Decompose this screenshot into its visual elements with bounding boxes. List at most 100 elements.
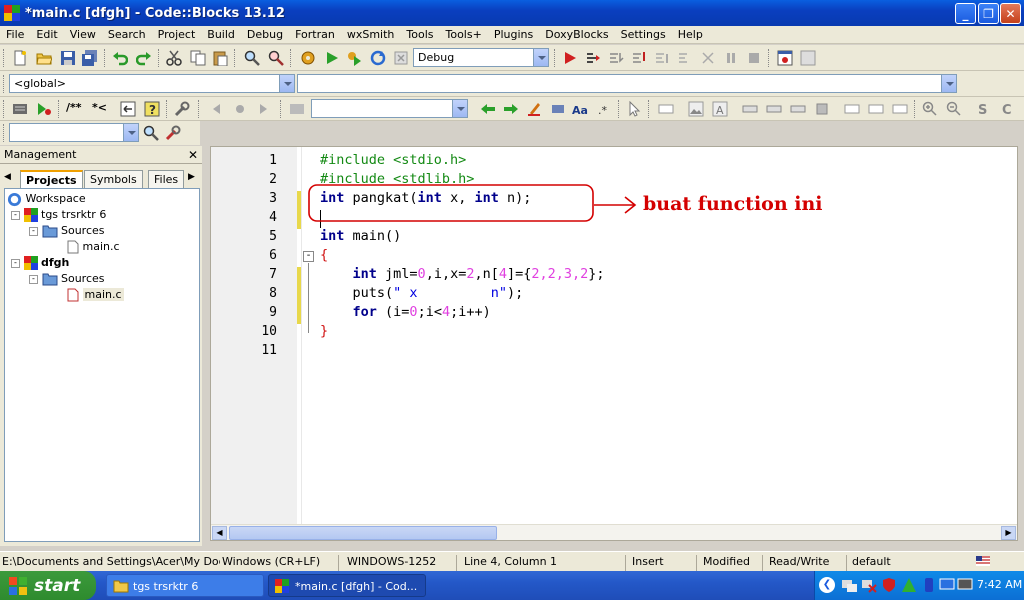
next-line-icon[interactable] [608, 50, 624, 66]
find-next-icon[interactable] [503, 101, 519, 117]
debug-info-icon[interactable] [800, 50, 816, 66]
debug-windows-icon[interactable] [777, 50, 793, 66]
doxy-html-icon[interactable] [120, 101, 136, 117]
zoom-out-icon[interactable] [946, 101, 962, 117]
debug-continue-icon[interactable] [562, 50, 578, 66]
toolbar-grip[interactable] [166, 100, 169, 118]
run-to-cursor-icon[interactable] [585, 50, 601, 66]
battery-icon[interactable] [921, 577, 937, 593]
menu-build[interactable]: Build [201, 28, 241, 41]
tab-symbols[interactable]: Symbols [84, 170, 143, 188]
regex-icon[interactable]: .* [596, 101, 612, 117]
next-instruction-icon[interactable] [677, 50, 693, 66]
stop-debug-icon[interactable] [746, 50, 762, 66]
build-gear-icon[interactable] [300, 50, 316, 66]
tab-scroll-left-icon[interactable]: ◀ [4, 172, 11, 182]
folder-node[interactable]: - Sources [29, 271, 105, 287]
file-node-selected[interactable]: main.c [67, 287, 124, 303]
collapse-icon[interactable]: - [29, 274, 38, 284]
redo-icon[interactable] [136, 50, 152, 66]
wx-statictext-icon[interactable]: A [712, 101, 728, 117]
thread-search-options-icon[interactable] [165, 125, 181, 141]
menu-fortran[interactable]: Fortran [289, 28, 341, 41]
wx-c-icon[interactable]: C [999, 101, 1015, 117]
network-disconnected-icon[interactable] [861, 577, 877, 593]
tab-projects[interactable]: Projects [20, 170, 83, 188]
selected-text-icon[interactable] [550, 101, 566, 117]
toolbar-grip[interactable] [104, 49, 107, 67]
wx-s-icon[interactable]: S [975, 101, 991, 117]
tab-scroll-right-icon[interactable]: ▶ [188, 172, 195, 182]
step-out-icon[interactable] [654, 50, 670, 66]
wx-listbox-icon[interactable] [790, 101, 806, 117]
menu-debug[interactable]: Debug [241, 28, 289, 41]
folder-node[interactable]: - Sources [29, 223, 105, 239]
menu-search[interactable]: Search [102, 28, 152, 41]
search-text-select[interactable] [311, 99, 468, 118]
bookmark-next-icon[interactable] [256, 101, 272, 117]
block-comment-button[interactable]: /** [66, 101, 82, 114]
wx-button-icon[interactable] [742, 101, 758, 117]
network-icon[interactable] [841, 577, 857, 593]
taskbar-folder-task[interactable]: tgs trsrktr 6 [106, 574, 264, 597]
function-select[interactable] [297, 74, 957, 93]
chevron-down-icon[interactable] [279, 75, 294, 92]
step-into-icon[interactable] [631, 50, 647, 66]
find-previous-icon[interactable] [480, 101, 496, 117]
chevron-down-icon[interactable] [123, 124, 138, 141]
paste-icon[interactable] [212, 50, 228, 66]
search-options-icon[interactable] [289, 101, 305, 117]
menu-tools-plus[interactable]: Tools+ [440, 28, 488, 41]
toolbar-grip[interactable] [3, 49, 6, 67]
run-icon[interactable] [324, 50, 340, 66]
monitor-settings-icon[interactable] [957, 577, 973, 593]
wx-combo-icon[interactable] [844, 101, 860, 117]
menu-edit[interactable]: Edit [30, 28, 63, 41]
replace-icon[interactable] [268, 50, 284, 66]
step-into-instruction-icon[interactable] [700, 50, 716, 66]
collapse-icon[interactable]: - [29, 226, 38, 236]
toolbar-grip[interactable] [58, 100, 61, 118]
toolbar-grip[interactable] [3, 124, 6, 142]
wx-textctrl-icon[interactable] [766, 101, 782, 117]
wx-choice-icon[interactable] [868, 101, 884, 117]
wx-spin-icon[interactable] [892, 101, 908, 117]
toolbar-grip[interactable] [3, 75, 6, 93]
toolbar-grip[interactable] [554, 49, 557, 67]
new-file-icon[interactable] [12, 50, 28, 66]
security-shield-icon[interactable] [881, 577, 897, 593]
cut-icon[interactable] [166, 50, 182, 66]
abort-icon[interactable] [393, 50, 409, 66]
match-case-icon[interactable]: Aa [572, 101, 588, 117]
menu-doxyblocks[interactable]: DoxyBlocks [539, 28, 614, 41]
collapse-icon[interactable]: - [11, 258, 20, 268]
menu-tools[interactable]: Tools [400, 28, 439, 41]
clock[interactable]: 7:42 AM [977, 578, 1022, 591]
thread-search-icon[interactable] [143, 125, 159, 141]
chevron-down-icon[interactable] [941, 75, 956, 92]
line-comment-button[interactable]: *< [92, 101, 107, 114]
file-node[interactable]: main.c [67, 239, 120, 255]
scope-select[interactable]: <global> [9, 74, 295, 93]
start-button[interactable]: start [0, 571, 96, 600]
toolbar-grip[interactable] [648, 100, 651, 118]
horizontal-scrollbar[interactable]: ◀ ▶ [211, 524, 1017, 540]
rebuild-icon[interactable] [370, 50, 386, 66]
minimize-button[interactable]: _ [955, 3, 976, 24]
code-editor[interactable]: 1 2 3 4 5 6 7 8 9 10 11 - #include <stdi… [210, 146, 1018, 541]
toolbar-grip[interactable] [198, 100, 201, 118]
menu-plugins[interactable]: Plugins [488, 28, 539, 41]
tray-expand-icon[interactable]: ❮ [819, 577, 835, 593]
toolbar-grip[interactable] [618, 100, 621, 118]
scroll-thumb[interactable] [229, 526, 497, 540]
menu-wxsmith[interactable]: wxSmith [341, 28, 401, 41]
menu-project[interactable]: Project [152, 28, 202, 41]
menu-view[interactable]: View [64, 28, 102, 41]
bookmark-toggle-icon[interactable] [232, 101, 248, 117]
taskbar-codeblocks-task[interactable]: *main.c [dfgh] - Cod... [268, 574, 426, 597]
zoom-in-icon[interactable] [922, 101, 938, 117]
toolbar-grip[interactable] [290, 49, 293, 67]
tab-files[interactable]: Files [148, 170, 185, 188]
title-bar[interactable]: *main.c [dfgh] - Code::Blocks 13.12 _ ❐ … [0, 0, 1024, 26]
copy-icon[interactable] [190, 50, 206, 66]
